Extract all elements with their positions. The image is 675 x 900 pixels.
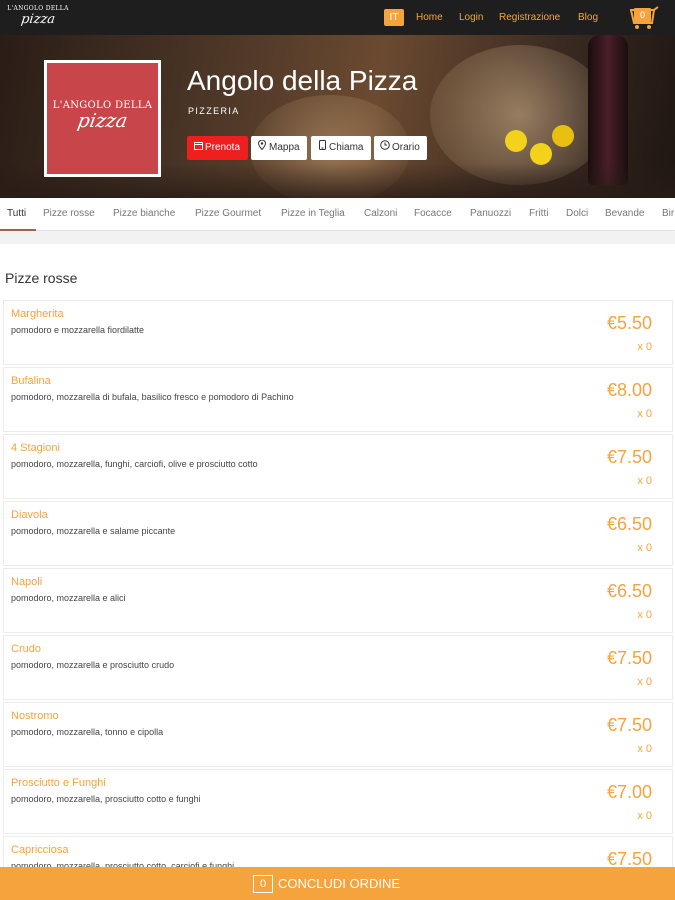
menu-item-price: €6.50 [606, 514, 652, 534]
menu-item[interactable]: Nostromo pomodoro, mozzarella, tonno e c… [3, 702, 673, 767]
nav-link-blog[interactable]: Blog [578, 12, 598, 24]
tab-calzoni[interactable]: Calzoni [364, 198, 397, 230]
nav-link-home[interactable]: Home [416, 12, 443, 24]
menu-item-name: Bufalina [11, 375, 51, 387]
restaurant-hero: L'ANGOLO DELLA pizza Angolo della Pizza … [0, 35, 675, 198]
menu-item-price: €6.50 [606, 581, 652, 601]
menu-item[interactable]: Prosciutto e Funghi pomodoro, mozzarella… [3, 769, 673, 834]
menu-item-name: Crudo [11, 643, 41, 655]
checkout-label: CONCLUDI ORDINE [278, 876, 401, 891]
menu-item-quantity[interactable]: x 0 [637, 475, 652, 487]
menu-item-price: €7.50 [606, 715, 652, 735]
menu-item-name: Margherita [11, 308, 64, 320]
order-count-badge: 0 [253, 875, 273, 893]
menu-item-name: Diavola [11, 509, 48, 521]
tab-birre[interactable]: Bir [662, 198, 674, 230]
menu-item-name: Nostromo [11, 710, 59, 722]
orario-button[interactable]: Orario [374, 136, 427, 160]
tab-pizze-gourmet[interactable]: Pizze Gourmet [195, 198, 261, 230]
section-title: Pizze rosse [5, 270, 78, 286]
menu-item[interactable]: Napoli pomodoro, mozzarella e alici €6.5… [3, 568, 673, 633]
phone-icon [317, 136, 327, 160]
menu-item-quantity[interactable]: x 0 [637, 341, 652, 353]
map-pin-icon [257, 136, 267, 160]
menu-item-description: pomodoro, mozzarella e prosciutto crudo [11, 660, 175, 670]
tab-pizze-rosse[interactable]: Pizze rosse [43, 198, 95, 230]
menu-item-quantity[interactable]: x 0 [637, 810, 652, 822]
nav-link-registrazione[interactable]: Registrazione [499, 12, 560, 24]
menu-item-name: Prosciutto e Funghi [11, 777, 106, 789]
restaurant-category: PIZZERIA [188, 106, 240, 116]
checkout-button[interactable]: 0 CONCLUDI ORDINE [253, 875, 400, 893]
tab-pizze-in-teglia[interactable]: Pizze in Teglia [281, 198, 345, 230]
menu-item-price: €7.00 [606, 782, 652, 802]
menu-item-description: pomodoro, mozzarella, prosciutto cotto e… [11, 794, 201, 804]
menu-item[interactable]: 4 Stagioni pomodoro, mozzarella, funghi,… [3, 434, 673, 499]
prenota-button[interactable]: Prenota [187, 136, 248, 160]
menu-item-description: pomodoro, mozzarella e salame piccante [11, 526, 176, 536]
menu-item-quantity[interactable]: x 0 [637, 743, 652, 755]
menu-item-name: Napoli [11, 576, 43, 588]
active-tab-indicator [0, 229, 36, 231]
menu-item[interactable]: Bufalina pomodoro, mozzarella di bufala,… [3, 367, 673, 432]
category-tabs: Tutti Pizze rosse Pizze bianche Pizze Go… [0, 198, 675, 231]
menu-item-price: €8.00 [606, 380, 652, 400]
top-navbar: L'ANGOLO DELLA pizza IT Home Login Regis… [0, 0, 675, 35]
calendar-icon [193, 136, 203, 160]
nav-link-login[interactable]: Login [459, 12, 483, 24]
tab-pizze-bianche[interactable]: Pizze bianche [113, 198, 175, 230]
tab-focacce[interactable]: Focacce [414, 198, 452, 230]
menu-item-quantity[interactable]: x 0 [637, 542, 652, 554]
menu-item-price: €5.50 [606, 313, 652, 333]
menu-item-description: pomodoro, mozzarella, funghi, carciofi, … [11, 459, 258, 469]
tab-panuozzi[interactable]: Panuozzi [470, 198, 511, 230]
restaurant-name: Angolo della Pizza [187, 65, 418, 96]
menu-item-price: €7.50 [606, 648, 652, 668]
cart-count-badge: 0 [634, 8, 651, 22]
menu-item-description: pomodoro, mozzarella di bufala, basilico… [11, 392, 294, 402]
mappa-button[interactable]: Mappa [251, 136, 307, 160]
menu-item-price: €7.50 [606, 447, 652, 467]
menu-item-description: pomodoro, mozzarella, tonno e cipolla [11, 727, 164, 737]
tab-dolci[interactable]: Dolci [566, 198, 588, 230]
tab-tutti[interactable]: Tutti [7, 198, 26, 230]
menu-item-description: pomodoro e mozzarella fiordilatte [11, 325, 145, 335]
hero-background-flower [552, 125, 574, 147]
menu-item-quantity[interactable]: x 0 [637, 609, 652, 621]
restaurant-logo: L'ANGOLO DELLA pizza [44, 60, 161, 177]
cart-button[interactable]: 0 [628, 6, 662, 30]
checkout-bar[interactable]: 0 CONCLUDI ORDINE [0, 867, 675, 900]
menu-item[interactable]: Margherita pomodoro e mozzarella fiordil… [3, 300, 673, 365]
menu-item-quantity[interactable]: x 0 [637, 676, 652, 688]
menu-item-description: pomodoro, mozzarella e alici [11, 593, 126, 603]
clock-icon [380, 136, 390, 160]
menu-item[interactable]: Crudo pomodoro, mozzarella e prosciutto … [3, 635, 673, 700]
hero-background-flower [505, 130, 527, 152]
menu-item-name: 4 Stagioni [11, 442, 60, 454]
language-selector[interactable]: IT [384, 9, 404, 26]
tabs-separator [0, 232, 675, 244]
menu-item-quantity[interactable]: x 0 [637, 408, 652, 420]
menu-item[interactable]: Diavola pomodoro, mozzarella e salame pi… [3, 501, 673, 566]
hero-background-flower [530, 143, 552, 165]
site-logo[interactable]: L'ANGOLO DELLA pizza [7, 4, 69, 30]
tab-fritti[interactable]: Fritti [529, 198, 548, 230]
tab-bevande[interactable]: Bevande [605, 198, 644, 230]
menu-item-name: Capricciosa [11, 844, 69, 856]
chiama-button[interactable]: Chiama [311, 136, 371, 160]
